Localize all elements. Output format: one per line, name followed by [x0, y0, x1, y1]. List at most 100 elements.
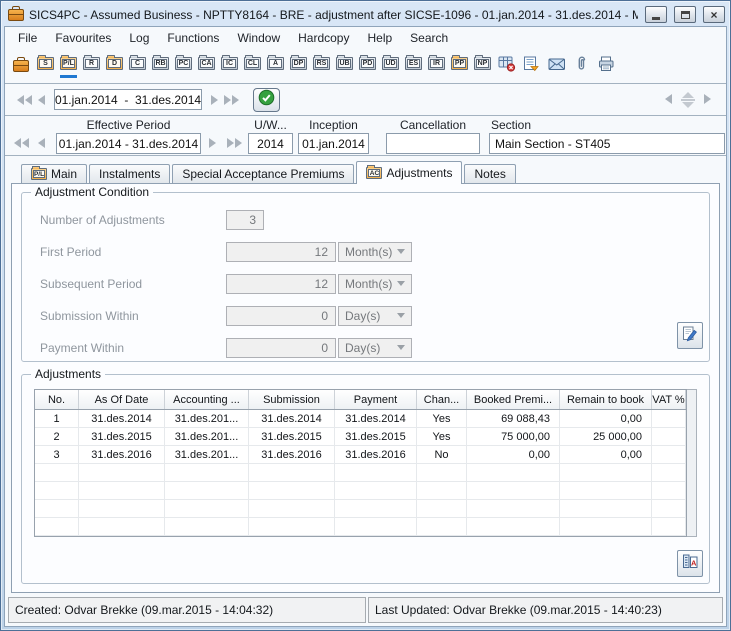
column-header-no[interactable]: No. [35, 390, 79, 409]
column-header-accounting[interactable]: Accounting ... [165, 390, 249, 409]
submission-within-unit-select[interactable]: Day(s) [338, 305, 412, 326]
maximize-button[interactable] [674, 6, 696, 23]
table-scrollbar[interactable] [687, 389, 697, 537]
menu-search[interactable]: Search [401, 29, 457, 47]
column-header-chan[interactable]: Chan... [417, 390, 467, 409]
cell: 3 [35, 446, 79, 463]
next-item-button[interactable] [704, 91, 711, 109]
payment-within-input[interactable]: 0 [226, 337, 336, 358]
tab-notes[interactable]: Notes [464, 164, 516, 183]
first-period-input[interactable]: 12 [226, 241, 336, 262]
empty-table-row[interactable] [35, 500, 686, 518]
column-header-submission[interactable]: Submission [249, 390, 335, 409]
menu-hardcopy[interactable]: Hardcopy [289, 29, 358, 47]
toolbar-button-ir[interactable]: IR [428, 53, 445, 80]
next-record-button[interactable] [211, 94, 218, 105]
edit-note-button[interactable] [677, 322, 703, 349]
toolbar-button-cl[interactable]: CL [244, 53, 261, 80]
unit-value: Month(s) [345, 244, 393, 259]
toolbar-button-rb[interactable]: RB [152, 53, 169, 80]
subsequent-period-unit-select[interactable]: Month(s) [338, 273, 412, 294]
empty-table-row[interactable] [35, 518, 686, 536]
column-header-as-of-date[interactable]: As Of Date [79, 390, 165, 409]
menu-favourites[interactable]: Favourites [46, 29, 120, 47]
toolbar-button-c[interactable]: C [129, 53, 146, 80]
first-record-button[interactable] [17, 94, 32, 105]
toolbar-home-button[interactable] [13, 57, 29, 72]
table-row[interactable]: 1 31.des.2014 31.des.201... 31.des.2014 31.d… [35, 410, 686, 428]
toolbar-button-pd[interactable]: PD [359, 53, 376, 80]
column-header-remain-to-book[interactable]: Remain to book [560, 390, 652, 409]
toolbar-button-ud[interactable]: UD [382, 53, 399, 80]
toolbar-button-dp[interactable]: DP [290, 53, 307, 80]
minimize-button[interactable] [645, 6, 667, 23]
cell: 31.des.2015 [335, 428, 417, 445]
menu-file[interactable]: File [9, 29, 46, 47]
first-period-unit-select[interactable]: Month(s) [338, 241, 412, 262]
first-period-button[interactable] [14, 138, 29, 148]
toolbar-button-d[interactable]: D [106, 53, 123, 80]
title-bar[interactable]: SICS4PC - Assumed Business - NPTTY8164 -… [1, 1, 730, 25]
menu-window[interactable]: Window [228, 29, 289, 47]
last-record-button[interactable] [224, 94, 239, 105]
print-button[interactable] [597, 54, 616, 78]
empty-table-row[interactable] [35, 482, 686, 500]
effective-period-field[interactable]: 01.jan.2014 - 31.des.2014 [56, 133, 201, 154]
subsequent-period-input[interactable]: 12 [226, 273, 336, 294]
folder-icon: C [129, 54, 146, 70]
column-header-vat[interactable]: VAT % [652, 390, 686, 409]
attachments-button[interactable] [572, 54, 591, 78]
period-nav-bar: 01.jan.2014 - 31.des.2014 [5, 84, 726, 116]
menu-log[interactable]: Log [120, 29, 158, 47]
tab-special-acceptance-premiums[interactable]: Special Acceptance Premiums [172, 164, 355, 183]
tab-label: Adjustments [386, 166, 453, 180]
toolbar-button-np[interactable]: NP [474, 53, 491, 80]
cell: 2 [35, 428, 79, 445]
tab-instalments[interactable]: Instalments [89, 164, 171, 183]
toolbar-button-p-l[interactable]: P/L [60, 53, 77, 80]
tab-adjustments[interactable]: AC Adjustments [356, 161, 463, 184]
column-header-payment[interactable]: Payment [335, 390, 417, 409]
toolbar-button-r[interactable]: R [83, 53, 100, 80]
cancellation-field[interactable] [386, 133, 480, 154]
menu-functions[interactable]: Functions [158, 29, 228, 47]
prev-item-button[interactable] [665, 91, 672, 109]
prev-period-button[interactable] [38, 138, 45, 148]
table-row[interactable]: 3 31.des.2016 31.des.201... 31.des.2016 31.d… [35, 446, 686, 464]
toolbar-button-ic[interactable]: IC [221, 53, 238, 80]
toolbar-button-rs[interactable]: RS [313, 53, 330, 80]
log-list-button[interactable] [522, 54, 541, 78]
next-period-button[interactable] [209, 138, 216, 148]
column-setup-button[interactable]: A [677, 550, 703, 577]
folder-icon: AC [366, 165, 383, 179]
tab-main[interactable]: P/L Main [21, 164, 88, 183]
column-header-booked-premi[interactable]: Booked Premi... [467, 390, 560, 409]
toolbar-button-pp[interactable]: PP [451, 53, 468, 80]
previous-record-button[interactable] [38, 94, 45, 105]
section-field[interactable]: Main Section - ST405 [489, 133, 725, 154]
sort-split-control[interactable] [681, 91, 695, 108]
menu-help[interactable]: Help [358, 29, 401, 47]
payment-within-unit-select[interactable]: Day(s) [338, 337, 412, 358]
inception-field[interactable]: 01.jan.2014 [298, 133, 369, 154]
period-range-field[interactable]: 01.jan.2014 - 31.des.2014 [54, 89, 202, 110]
uw-year-field[interactable]: 2014 [248, 133, 293, 154]
toolbar-button-a[interactable]: A [267, 53, 284, 80]
empty-table-row[interactable] [35, 464, 686, 482]
mail-button[interactable] [547, 54, 566, 78]
number-of-adjustments-input[interactable]: 3 [226, 209, 264, 230]
cell: 31.des.201... [165, 410, 249, 427]
delete-record-button[interactable] [497, 54, 516, 78]
toolbar-button-ca[interactable]: CA [198, 53, 215, 80]
folder-icon-label: UB [338, 58, 351, 68]
toolbar-button-pc[interactable]: PC [175, 53, 192, 80]
last-period-button[interactable] [227, 138, 242, 148]
toolbar-button-ub[interactable]: UB [336, 53, 353, 80]
table-row[interactable]: 2 31.des.2015 31.des.201... 31.des.2015 31.d… [35, 428, 686, 446]
close-button[interactable]: × [703, 6, 725, 23]
toolbar-button-s[interactable]: S [37, 53, 54, 80]
submission-within-input[interactable]: 0 [226, 305, 336, 326]
toolbar-button-es[interactable]: ES [405, 53, 422, 80]
attachments-icon [574, 56, 589, 77]
confirm-button[interactable] [253, 87, 280, 112]
